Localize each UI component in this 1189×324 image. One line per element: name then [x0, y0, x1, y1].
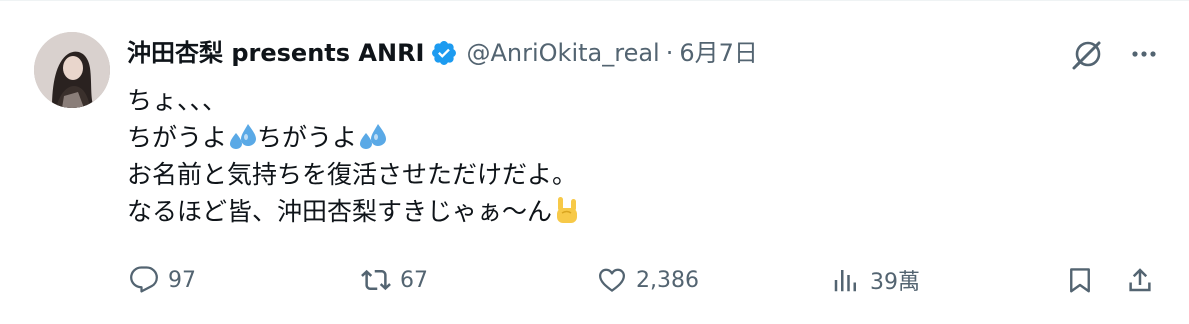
- views-icon: [830, 264, 862, 296]
- post-date[interactable]: 6月7日: [679, 33, 758, 73]
- tweet-header: 沖田杏梨 presents ANRI @AnriOkita_real · 6月7…: [127, 33, 758, 73]
- tweet-line: お名前と気持ちを復活させただけだよ。: [127, 160, 578, 189]
- reply-icon: [128, 264, 160, 296]
- reply-button[interactable]: 97: [128, 262, 196, 298]
- views-button[interactable]: 39萬: [830, 262, 920, 298]
- more-button[interactable]: [1124, 36, 1164, 76]
- tweet-text: ちょ、、、 ちがうよ ちがうよ お名前と気持ちを復活させただけだよ。 なるほど皆…: [127, 82, 1127, 230]
- repost-icon: [360, 264, 392, 296]
- sign-of-the-horns-emoji-icon: [552, 195, 582, 225]
- like-button[interactable]: 2,386: [596, 262, 699, 298]
- handle[interactable]: @AnriOkita_real: [466, 33, 659, 73]
- separator: ·: [665, 39, 674, 67]
- grok-button[interactable]: [1068, 36, 1108, 76]
- bookmark-button[interactable]: [1064, 262, 1096, 298]
- display-name[interactable]: 沖田杏梨 presents ANRI: [127, 33, 424, 73]
- sweat-droplets-emoji-icon: [227, 121, 257, 151]
- share-button[interactable]: [1124, 262, 1156, 298]
- heart-icon: [596, 264, 628, 296]
- grok-icon: [1068, 34, 1108, 78]
- more-icon: [1129, 39, 1159, 73]
- bookmark-icon: [1064, 264, 1096, 296]
- share-icon: [1124, 264, 1156, 296]
- view-count: 39萬: [870, 270, 920, 295]
- top-divider: [0, 0, 1189, 1]
- tweet-line: ちょ、、、: [127, 86, 228, 115]
- like-count: 2,386: [636, 267, 699, 293]
- repost-button[interactable]: 67: [360, 262, 428, 298]
- repost-count: 67: [400, 267, 428, 293]
- avatar[interactable]: [34, 32, 110, 108]
- verified-badge-icon[interactable]: [430, 39, 458, 67]
- tweet-line: ちがうよ ちがうよ: [127, 119, 1127, 156]
- tweet-line: なるほど皆、沖田杏梨すきじゃぁ〜ん: [127, 193, 1127, 230]
- sweat-droplets-emoji-icon: [357, 121, 387, 151]
- reply-count: 97: [168, 267, 196, 293]
